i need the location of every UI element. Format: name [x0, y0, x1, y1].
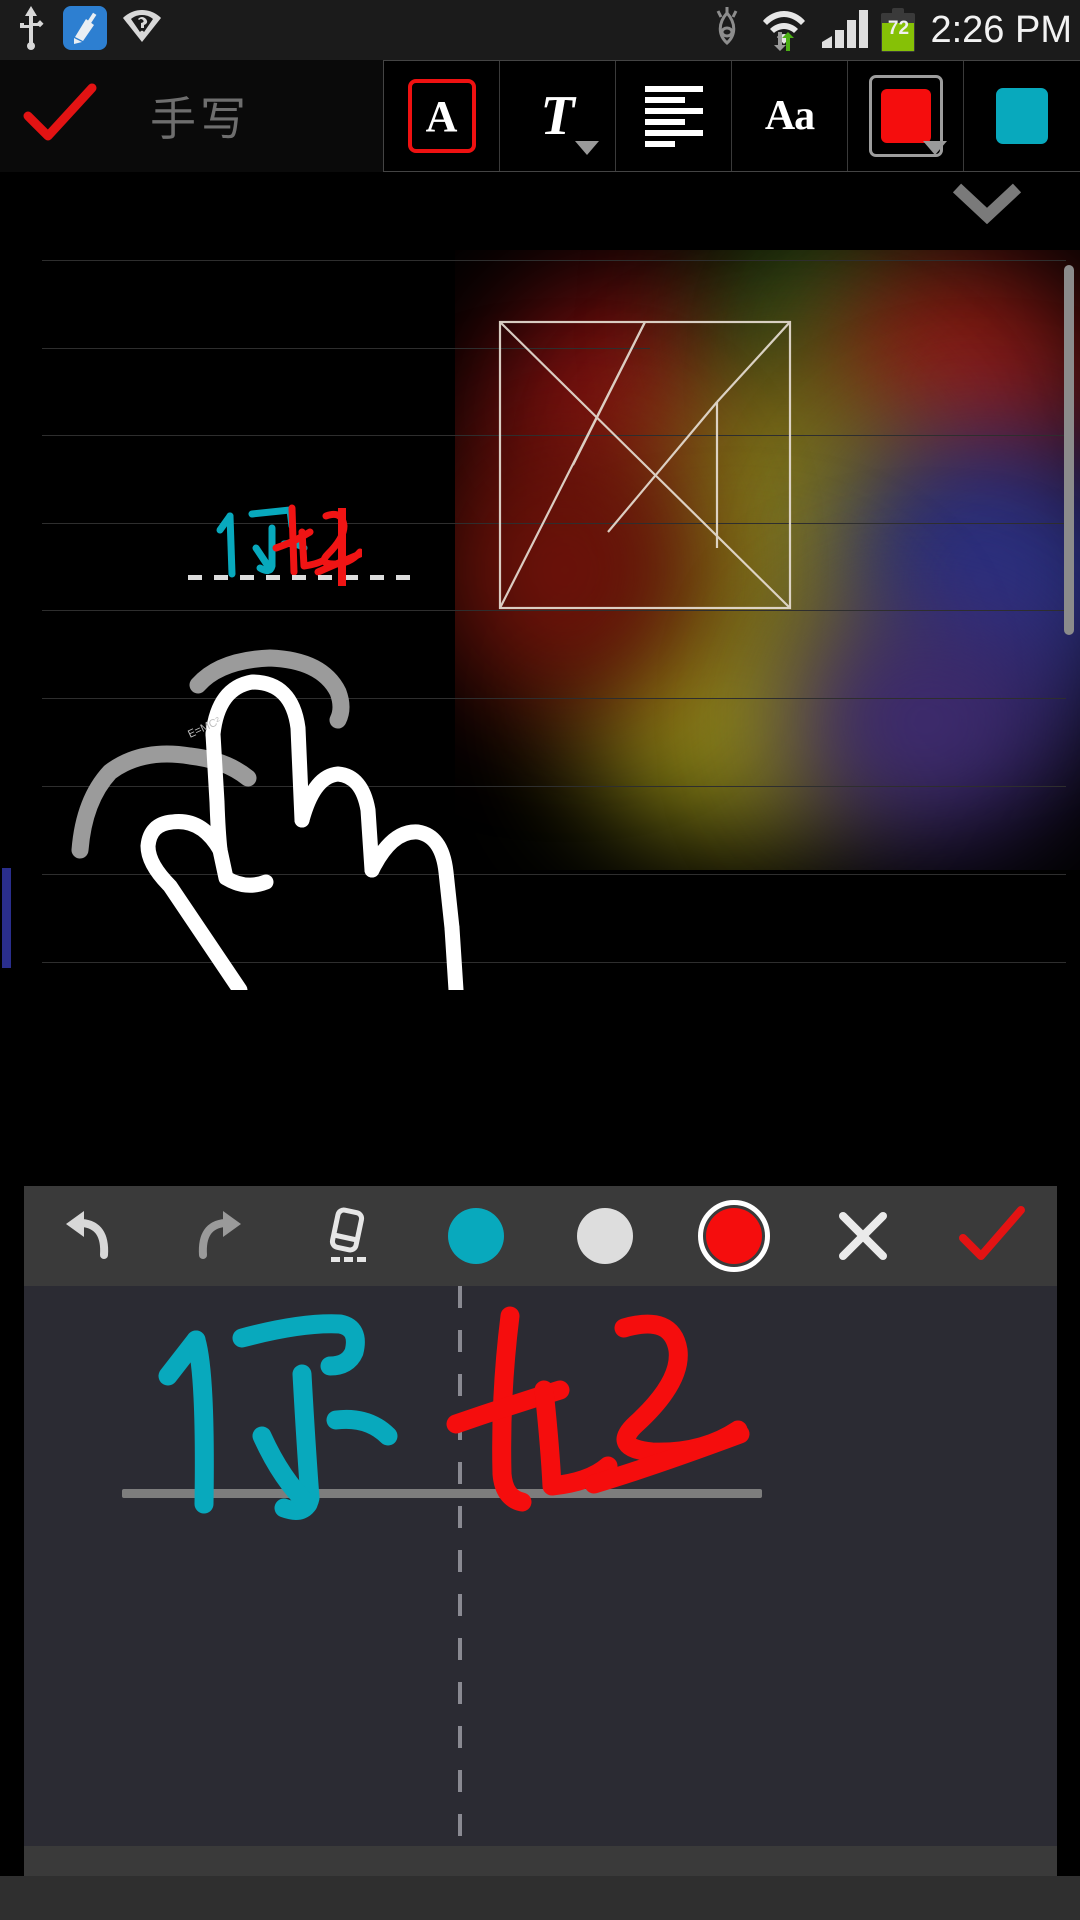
signal-bars-icon — [820, 6, 869, 55]
status-left-icons — [0, 5, 162, 56]
text-format-toolbar: A T Aa — [383, 60, 1080, 172]
handwriting-input-panel — [24, 1186, 1057, 1876]
accept-button[interactable] — [928, 1186, 1057, 1286]
handwriting-toolbar — [24, 1186, 1057, 1286]
text-color-swatch — [880, 89, 931, 143]
text-size-button[interactable]: Aa — [732, 61, 848, 171]
eraser-button[interactable] — [282, 1186, 411, 1286]
text-size-label: Aa — [764, 93, 815, 139]
handwriting-panel-footer — [24, 1846, 1057, 1876]
highlight-color-swatch — [996, 88, 1048, 144]
rule-line — [42, 260, 1066, 261]
vertical-scrollbar[interactable] — [1064, 265, 1074, 635]
hand-drawing: E=MC² — [71, 649, 464, 990]
text-color-button[interactable] — [848, 61, 964, 171]
screen-bottom-bar — [0, 1876, 1080, 1920]
done-check-button[interactable] — [0, 82, 120, 151]
text-align-button[interactable] — [616, 61, 732, 171]
red-color-dot — [706, 1208, 763, 1264]
battery-percent: 72 — [887, 18, 910, 39]
pen-color-cyan-button[interactable] — [411, 1186, 540, 1286]
undo-button[interactable] — [24, 1186, 153, 1286]
chevron-down-icon[interactable] — [949, 180, 1025, 229]
pen-color-red-button[interactable] — [670, 1186, 799, 1286]
chevron-down-icon — [923, 141, 947, 155]
wifi-transfer-icon — [761, 5, 807, 56]
font-family-button[interactable]: T — [500, 61, 616, 171]
stroke-preview-cyan — [158, 1314, 398, 1520]
redo-button[interactable] — [153, 1186, 282, 1286]
usb-icon — [14, 5, 48, 55]
status-right-icons: 72 2:26 PM — [706, 5, 1080, 56]
cyan-color-dot — [447, 1208, 504, 1264]
top-toolbar: 手写 A T Aa — [0, 60, 1080, 172]
text-style-button[interactable]: A — [384, 61, 500, 171]
toolbar-collapse-row — [0, 172, 1080, 230]
smart-stay-eye-icon — [706, 5, 748, 56]
wifi-question-icon — [122, 6, 162, 55]
battery-icon: 72 — [881, 8, 916, 52]
font-family-label: T — [540, 85, 575, 147]
status-clock: 2:26 PM — [930, 8, 1072, 51]
status-bar: 72 2:26 PM — [0, 0, 1080, 60]
page-title: 手写 — [150, 93, 250, 145]
highlight-color-button[interactable] — [964, 61, 1080, 171]
handwriting-canvas[interactable] — [24, 1286, 1057, 1846]
stroke-preview-red — [446, 1306, 750, 1512]
text-style-label: A — [407, 79, 476, 153]
cancel-button[interactable] — [799, 1186, 928, 1286]
white-color-dot — [577, 1208, 634, 1264]
page-side-marker — [2, 868, 11, 968]
note-canvas[interactable]: E=MC² — [0, 230, 1080, 1180]
selected-color-ring — [698, 1200, 771, 1272]
spen-cleanup-icon — [62, 5, 108, 56]
align-left-icon — [644, 85, 703, 147]
pen-color-white-button[interactable] — [541, 1186, 670, 1286]
chevron-down-icon — [575, 141, 599, 155]
